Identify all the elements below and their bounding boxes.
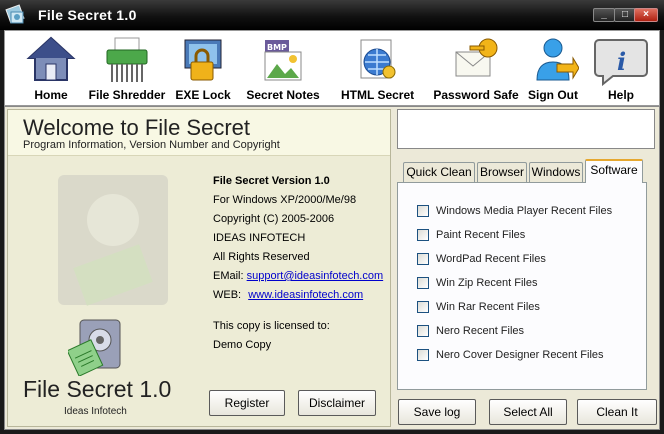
license-label: This copy is licensed to: [213,320,330,332]
toolbar-html-secret[interactable]: HTML Secret [341,34,415,102]
toolbar-home[interactable]: Home [25,34,77,102]
file-secret-logo-icon [66,318,124,379]
maximize-button[interactable]: □ [614,8,636,22]
select-all-button[interactable]: Select All [489,399,567,425]
exe-lock-icon [175,34,231,86]
brand-company: Ideas Infotech [64,406,127,417]
option-label: Paint Recent Files [436,229,526,241]
toolbar-exe-lock[interactable]: EXE Lock [175,34,231,102]
checkbox[interactable] [417,325,429,337]
copyright-text: Copyright (C) 2005-2006 [213,213,335,225]
svg-text:BMP: BMP [267,43,287,52]
main-area: Welcome to File Secret Program Informati… [4,106,660,430]
option-nero-cover-designer[interactable]: Nero Cover Designer Recent Files [417,347,604,363]
company-text: IDEAS INFOTECH [213,232,306,244]
checkbox[interactable] [417,205,429,217]
tab-browser[interactable]: Browser [477,162,527,182]
toolbar-home-label: Home [34,88,68,102]
minimize-button[interactable]: _ [593,8,615,22]
web-link[interactable]: www.ideasinfotech.com [248,289,363,301]
option-paint[interactable]: Paint Recent Files [417,227,525,243]
software-tab-panel: Windows Media Player Recent Files Paint … [397,182,647,390]
platforms-text: For Windows XP/2000/Me/98 [213,194,357,206]
version-text: File Secret Version 1.0 [213,175,330,187]
option-nero[interactable]: Nero Recent Files [417,323,524,339]
close-button[interactable]: × [634,8,658,22]
svg-text:i: i [617,47,626,76]
checkbox[interactable] [417,229,429,241]
clean-it-button[interactable]: Clean It [577,399,657,425]
toolbar-password-safe[interactable]: Password Safe [433,34,519,102]
toolbar-exe-lock-label: EXE Lock [175,88,231,102]
option-wordpad[interactable]: WordPad Recent Files [417,251,546,267]
toolbar-password-safe-label: Password Safe [433,88,519,102]
toolbar-secret-notes-label: Secret Notes [246,88,320,102]
home-icon [25,34,77,86]
brand-name: File Secret 1.0 [23,376,172,402]
toolbar-sign-out[interactable]: Sign Out [527,34,579,102]
option-label: Windows Media Player Recent Files [436,205,613,217]
option-windows-media-player[interactable]: Windows Media Player Recent Files [417,203,612,219]
web-label: WEB: [213,289,242,301]
rights-text: All Rights Reserved [213,251,310,263]
html-secret-icon [341,34,413,86]
toolbar-sign-out-label: Sign Out [528,88,578,102]
option-label: Win Rar Recent Files [436,301,540,313]
toolbar-file-shredder-label: File Shredder [88,88,166,102]
status-box [397,109,655,149]
checkbox[interactable] [417,301,429,313]
tab-windows[interactable]: Windows [529,162,583,182]
watermark-icon [48,165,178,318]
email-link[interactable]: support@ideasinfotech.com [247,270,384,282]
welcome-subtitle: Program Information, Version Number and … [23,139,280,151]
welcome-title: Welcome to File Secret [23,115,251,140]
toolbar: Home File Shredder EXE Lock BMP Secret N… [4,30,660,106]
toolbar-secret-notes[interactable]: BMP Secret Notes [245,34,321,102]
option-win-rar[interactable]: Win Rar Recent Files [417,299,540,315]
checkbox[interactable] [417,349,429,361]
password-safe-icon [433,34,519,86]
option-win-zip[interactable]: Win Zip Recent Files [417,275,537,291]
toolbar-file-shredder[interactable]: File Shredder [87,34,167,102]
web-row: WEB: www.ideasinfotech.com [213,286,383,305]
save-log-button[interactable]: Save log [398,399,476,425]
toolbar-help[interactable]: i Help [593,34,649,102]
option-label: Win Zip Recent Files [436,277,538,289]
welcome-header: Welcome to File Secret Program Informati… [8,110,390,156]
option-label: WordPad Recent Files [436,253,546,265]
licensee-text: Demo Copy [213,339,272,351]
checkbox[interactable] [417,277,429,289]
secret-notes-icon: BMP [245,34,321,86]
cleaner-tabs: Quick Clean Browser Windows Software [397,159,655,183]
help-icon: i [593,34,649,86]
checkbox[interactable] [417,253,429,265]
program-info: File Secret Version 1.0 For Windows XP/2… [213,172,383,355]
app-icon [5,4,27,26]
toolbar-help-label: Help [607,88,634,102]
disclaimer-button[interactable]: Disclaimer [298,390,376,416]
tab-software[interactable]: Software [585,159,643,183]
option-label: Nero Recent Files [436,325,525,337]
email-label: EMail: [213,270,244,282]
register-button[interactable]: Register [209,390,285,416]
shredder-icon [87,34,167,86]
about-panel: Welcome to File Secret Program Informati… [7,109,391,427]
email-row: EMail: support@ideasinfotech.com [213,267,383,286]
window-title: File Secret 1.0 [38,7,137,23]
option-label: Nero Cover Designer Recent Files [436,349,604,361]
toolbar-html-secret-label: HTML Secret [341,88,415,102]
tab-quick-clean[interactable]: Quick Clean [403,162,475,182]
title-bar: File Secret 1.0 _ □ × [0,0,664,30]
sign-out-icon [527,34,579,86]
